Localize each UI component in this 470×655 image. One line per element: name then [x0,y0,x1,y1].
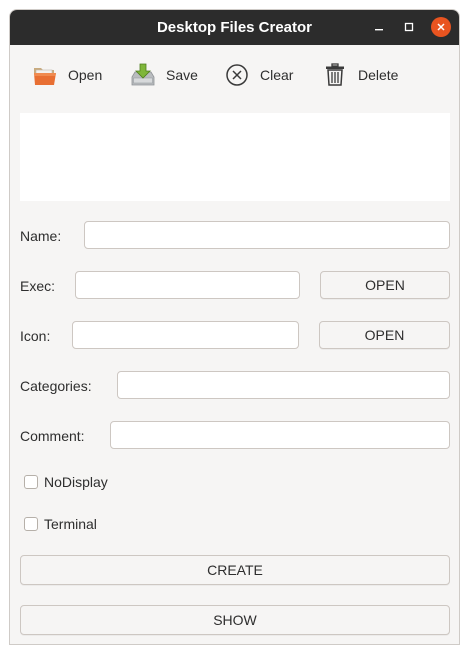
name-field[interactable] [84,221,450,249]
icon-open-button[interactable]: OPEN [319,321,450,349]
terminal-checkbox[interactable] [24,517,38,531]
open-label: Open [68,67,103,83]
maximize-button[interactable] [399,17,419,37]
name-label: Name: [20,228,62,244]
trash-icon [322,62,348,88]
close-icon [437,23,445,31]
maximize-icon [404,22,414,32]
preview-text-area[interactable] [20,113,450,201]
nodisplay-label: NoDisplay [44,474,108,490]
terminal-label: Terminal [44,516,97,532]
comment-field[interactable] [110,421,450,449]
save-download-icon [130,62,156,88]
delete-label: Delete [358,67,399,83]
clear-icon [224,62,250,88]
folder-open-icon [32,62,58,88]
minimize-icon [375,29,383,31]
save-label: Save [166,67,198,83]
minimize-button[interactable] [369,17,389,37]
categories-label: Categories: [20,378,92,394]
clear-button[interactable]: Clear [224,60,293,90]
clear-label: Clear [260,67,294,83]
comment-label: Comment: [20,428,85,444]
delete-button[interactable]: Delete [322,60,398,90]
icon-label: Icon: [20,328,51,344]
nodisplay-option[interactable]: NoDisplay [24,473,108,491]
app-window: Desktop Files Creator Open Save Clear De… [9,9,460,645]
create-button[interactable]: CREATE [20,555,450,585]
close-button[interactable] [431,17,451,37]
exec-open-button[interactable]: OPEN [320,271,450,299]
categories-field[interactable] [117,371,450,399]
save-button[interactable]: Save [130,60,198,90]
show-button[interactable]: SHOW [20,605,450,635]
nodisplay-checkbox[interactable] [24,475,38,489]
exec-field[interactable] [75,271,300,299]
title-bar[interactable]: Desktop Files Creator [10,10,459,45]
open-button[interactable]: Open [32,60,102,90]
window-title: Desktop Files Creator [156,19,313,36]
icon-field[interactable] [72,321,299,349]
exec-label: Exec: [20,278,56,294]
terminal-option[interactable]: Terminal [24,515,97,533]
